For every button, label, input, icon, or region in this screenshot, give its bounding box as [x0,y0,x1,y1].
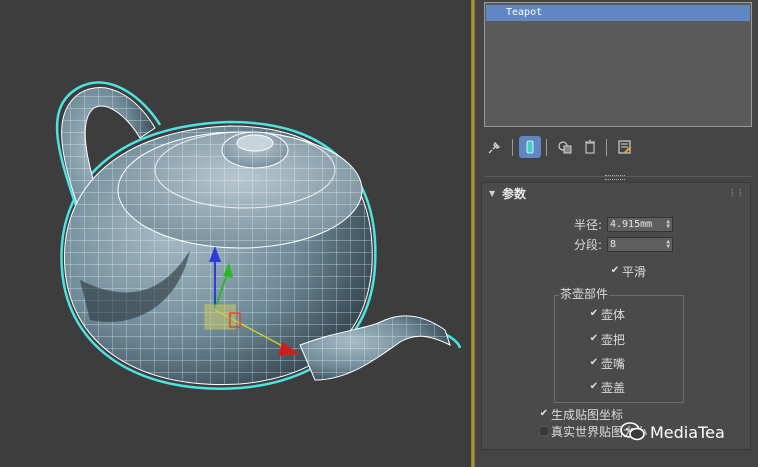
smooth-checkbox[interactable]: ✔ [610,266,620,276]
teapot-parts-group: 茶壶部件 ✔ 壶体 ✔ 壶把 ✔ 壶嘴 ✔ 壶盖 [554,287,684,403]
radius-spinner[interactable]: 4.915mm ▲ ▼ [607,217,673,232]
configure-sets-icon [618,140,632,154]
body-label: 壶体 [601,308,626,322]
collapse-triangle-icon: ▼ [489,189,496,198]
make-unique-icon [558,141,572,154]
rollout-title: 参数 [502,187,527,201]
command-panel: Teapot ▼ 参数 ⋮⋮ 半径: 4.915mm ▲ ▼ 分段: 8 ▲ ▼… [475,0,758,467]
gen-mapping-coords-checkbox[interactable]: ✔ [539,409,549,419]
spinner-arrows-icon[interactable]: ▲ ▼ [666,219,670,230]
body-checkbox[interactable]: ✔ [589,309,599,319]
parameters-rollout-header[interactable]: ▼ 参数 ⋮⋮ [482,183,750,205]
viewport-perspective[interactable] [0,0,471,467]
lid-label: 壶盖 [601,381,626,395]
handle-label: 壶把 [601,333,626,347]
show-end-result-button[interactable] [519,136,541,158]
segments-spinner[interactable]: 8 ▲ ▼ [607,237,673,252]
remove-modifier-button[interactable] [579,136,601,158]
teapot-parts-title: 茶壶部件 [559,287,610,301]
modifier-stack-icon [526,140,534,154]
configure-modifier-sets-button[interactable] [614,136,636,158]
make-unique-button[interactable] [554,136,576,158]
spout-checkbox[interactable]: ✔ [589,358,599,368]
spinner-arrows-icon[interactable]: ▲ ▼ [666,239,670,250]
real-world-map-size-checkbox[interactable] [539,426,549,436]
handle-checkbox[interactable]: ✔ [589,334,599,344]
modifier-stack-toolbar [484,136,752,160]
modifier-stack-list[interactable]: Teapot [484,2,752,127]
trash-icon [585,139,595,154]
smooth-label: 平滑 [622,265,647,279]
segments-value: 8 [610,239,617,250]
radius-value: 4.915mm [610,219,653,230]
spout-label: 壶嘴 [601,357,626,371]
pin-stack-button[interactable] [484,136,506,158]
segments-label: 分段: [574,238,603,252]
pin-icon [488,141,501,154]
watermark-text: MediaTea [650,422,725,442]
parameters-rollout: ▼ 参数 ⋮⋮ 半径: 4.915mm ▲ ▼ 分段: 8 ▲ ▼ ✔ 平滑 茶壶部… [481,182,751,450]
stack-item-teapot[interactable]: Teapot [486,5,750,21]
teapot-wireframe [55,81,462,390]
rollout-grip-icon: ⋮⋮ [728,189,745,199]
watermark: MediaTea [620,422,725,442]
lid-checkbox[interactable]: ✔ [589,382,599,392]
wechat-icon [620,422,645,441]
gen-mapping-coords-label: 生成贴图坐标 [551,408,624,422]
radius-label: 半径: [574,218,603,232]
panel-resize-grip[interactable] [605,175,625,180]
